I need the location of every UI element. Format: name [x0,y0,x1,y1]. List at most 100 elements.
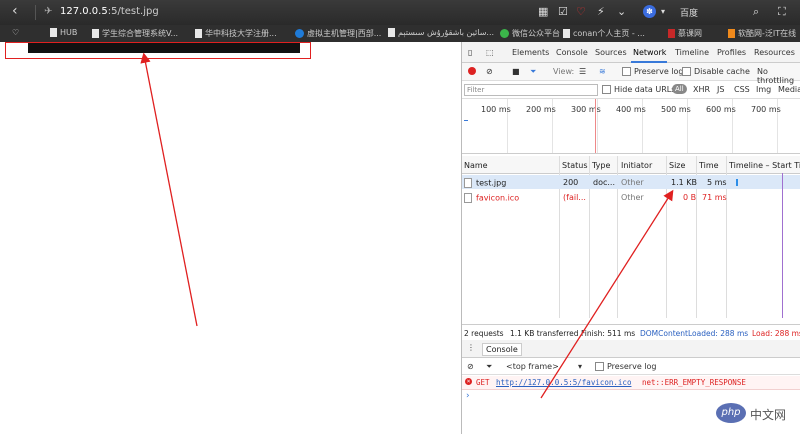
waterfall-view-icon[interactable]: ≋ [599,67,606,76]
table-row[interactable]: test.jpg 200 doc... Other 1.1 KB 5 ms [462,175,800,189]
filter-type-media[interactable]: Media [778,85,800,94]
wechat-icon [500,29,509,38]
tab-elements[interactable]: Elements [512,48,549,57]
summary-requests: 2 requests [464,329,504,338]
checkbox-icon [682,67,691,76]
chevron-down-icon[interactable]: ▾ [661,7,665,16]
table-row[interactable]: favicon.ico (fail... Other 0 B 71 ms [462,190,800,204]
console-drawer-tab[interactable]: Console [482,343,522,356]
bookmark-item[interactable]: 慕课网 [668,28,702,39]
console-error-message: × GET http://127.0.0.5:5/favicon.ico net… [462,376,800,390]
request-bar [464,120,468,121]
filter-type-js[interactable]: JS [717,85,724,94]
console-prompt[interactable]: › [466,391,470,401]
bookmark-item[interactable]: 华中科技大学注册... [195,28,277,39]
annotation-arrow [140,52,198,327]
clear-console-icon[interactable]: ⊘ [467,362,474,371]
tab-sources[interactable]: Sources [595,48,627,57]
column-time[interactable]: Time [699,161,719,170]
tab-network[interactable]: Network [633,48,666,57]
site-info-icon[interactable]: ✈ [44,6,52,17]
page-icon [195,29,202,38]
tab-timeline[interactable]: Timeline [675,48,709,57]
clear-icon[interactable]: ⊘ [486,67,493,76]
network-toolbar: ⊘ ■ ⏷ View: ☰ ≋ Preserve log Disable cac… [462,63,800,85]
filter-input[interactable]: Filter [464,84,598,96]
filter-type-img[interactable]: Img [756,85,771,94]
load-event-marker [595,99,596,153]
bookmark-item[interactable]: HUB [50,28,77,37]
console-preserve-log-checkbox[interactable]: Preserve log [595,362,657,371]
favorite-heart-icon[interactable]: ♡ [576,5,586,18]
chevron-down-icon[interactable]: ▾ [578,362,582,371]
tab-console[interactable]: Console [556,48,588,57]
checkbox-icon [595,362,604,371]
column-timeline[interactable]: Timeline – Start Time [729,161,800,170]
watermark-text: 中文网 [750,408,787,422]
column-size[interactable]: Size [669,161,685,170]
bookmark-item[interactable]: 微信公众平台 [500,28,560,39]
page-icon [50,28,57,37]
bookmark-item[interactable]: 学生综合管理系统V... [92,28,178,39]
tab-resources[interactable]: Resources [754,48,795,57]
disable-cache-checkbox[interactable]: Disable cache [682,67,750,76]
imooc-icon [668,29,675,38]
bookmark-item[interactable]: سائين باشقۇرۇش سىستېم... [388,28,494,37]
summary-finish: Finish: 511 ms [581,329,636,338]
fullscreen-icon[interactable]: ⛶ [778,5,786,19]
search-icon[interactable]: ⌕ [753,5,759,19]
request-status: (fail... [563,193,586,202]
column-name[interactable]: Name [464,161,488,170]
network-filterbar: Filter Hide data URLs All XHR JS CSS Img… [462,81,800,99]
column-status[interactable]: Status [562,161,588,170]
chevron-down-icon[interactable]: ⌄ [617,5,626,18]
camera-icon[interactable]: ■ [512,67,520,76]
list-view-icon[interactable]: ☰ [579,67,586,76]
php-cn-watermark: php 中文网 [716,403,798,425]
preserve-log-checkbox[interactable]: Preserve log [622,67,684,76]
inspect-icon[interactable]: ⬚ [486,48,494,57]
request-size: 1.1 KB [671,178,697,187]
bookmark-item[interactable]: 虚拟主机管理|西部... [295,28,381,39]
filter-type-xhr[interactable]: XHR [693,85,710,94]
page-icon [563,29,570,38]
request-initiator: Other [621,193,644,202]
request-time: 71 ms [702,193,727,202]
extension-checkbox-icon[interactable]: ☑ [558,5,568,18]
qr-code-icon[interactable]: ▦ [538,5,548,18]
ruanku-icon [728,29,735,38]
error-url-link[interactable]: http://127.0.0.5:5/favicon.ico [496,378,631,387]
tick-label: 500 ms [661,105,691,114]
checkbox-icon [602,85,611,94]
request-table-header: Name Status Type Initiator Size Time Tim… [462,156,800,174]
annotation-highlight-box [5,42,311,59]
back-arrow-icon[interactable]: ‹ [12,3,18,19]
filter-type-css[interactable]: CSS [734,85,750,94]
tick-label: 300 ms [571,105,601,114]
request-size: 0 B [683,193,697,202]
filter-type-all[interactable]: All [672,84,687,94]
filter-icon[interactable]: ⏷ [530,67,536,77]
tick-label: 700 ms [751,105,781,114]
address-bar[interactable]: 127.0.0.5:5/test.jpg [60,6,159,17]
lightning-icon[interactable]: ⚡ [597,5,605,18]
frame-select[interactable]: <top frame> [506,362,559,371]
bookmark-item[interactable]: 软酷网-泛IT在线 [728,28,796,39]
hide-data-urls-checkbox[interactable]: Hide data URLs [602,85,675,94]
network-overview-timeline[interactable]: 100 ms 200 ms 300 ms 400 ms 500 ms 600 m… [462,99,800,154]
bookmark-item[interactable]: conan个人主页 - ... [563,28,645,39]
console-toolbar: ⊘ ⏷ <top frame> ▾ Preserve log [462,358,800,375]
column-initiator[interactable]: Initiator [621,161,652,170]
filter-icon[interactable]: ⏷ [486,362,492,372]
url-host: 127.0.0.5 [60,6,108,17]
favorites-heart-icon[interactable]: ♡ [12,28,19,37]
search-engine-label[interactable]: 百度 [680,6,698,19]
request-status: 200 [563,178,579,187]
drawer-menu-icon[interactable]: ⋮ [467,343,475,352]
checkbox-icon [622,67,631,76]
tab-profiles[interactable]: Profiles [717,48,746,57]
baidu-paw-icon[interactable]: ✽ [643,5,656,18]
device-mode-icon[interactable]: ▯ [468,48,472,57]
column-type[interactable]: Type [592,161,610,170]
record-icon[interactable] [468,67,476,75]
